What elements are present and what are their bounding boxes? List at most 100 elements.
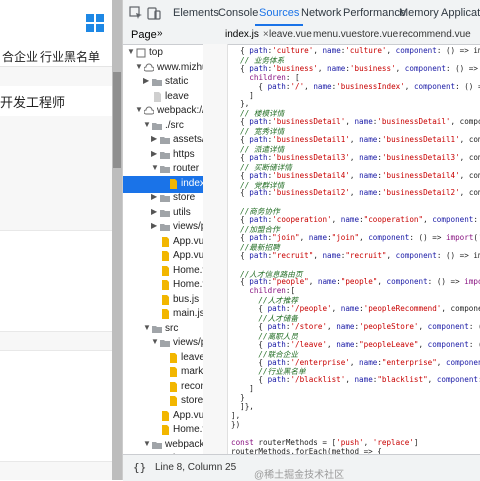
devtools-toolbar: Elements Console Sources Network Performance… bbox=[123, 0, 480, 27]
expand-arrow-icon[interactable]: ▼ bbox=[135, 62, 143, 71]
tree-item-label: leave.vu bbox=[181, 351, 203, 363]
watermark: @稀土掘金技术社区 bbox=[254, 470, 345, 481]
js-file-icon bbox=[160, 294, 170, 305]
editor-tab[interactable]: menu.vue bbox=[313, 29, 357, 40]
code-text: }, bbox=[231, 99, 250, 109]
code-content[interactable]: 58 { path:'culture', name:'culture', com… bbox=[231, 44, 480, 464]
page-scrollbar[interactable] bbox=[112, 0, 122, 480]
close-tab-icon[interactable]: × bbox=[263, 29, 269, 40]
code-text: { path:'/store', name:'peopleStore', com… bbox=[231, 321, 480, 331]
code-editor: index.js × leave.vue menu.vue store.vue recom… bbox=[203, 26, 480, 480]
devtools-panel: Elements Console Sources Network Performance… bbox=[122, 0, 480, 481]
code-text: { path:"recruit", name:"recruit", compon… bbox=[231, 250, 480, 260]
tree-item-label: src bbox=[165, 322, 179, 334]
expand-arrow-icon[interactable]: ▼ bbox=[143, 439, 151, 448]
tab-console[interactable]: Console bbox=[218, 7, 258, 19]
code-text: { path:'/people', name:'peopleRecommend'… bbox=[231, 304, 480, 314]
collapse-arrow-icon[interactable]: ▶ bbox=[151, 221, 159, 230]
tab-performance[interactable]: Performance bbox=[343, 7, 406, 19]
editor-tab[interactable]: index.js × bbox=[225, 29, 269, 40]
tree-item-label: bus.js bbox=[173, 293, 200, 305]
folder-icon bbox=[160, 135, 170, 145]
js-file-icon bbox=[160, 280, 170, 290]
folder-icon bbox=[152, 324, 162, 334]
tree-item-label: webpack bbox=[165, 438, 204, 450]
tree-item-label: market. bbox=[181, 366, 204, 377]
nav-link-blacklist[interactable]: 行业黑名单 bbox=[40, 48, 100, 65]
expand-arrow-icon[interactable]: ▼ bbox=[127, 47, 135, 56]
cloud-icon bbox=[143, 106, 155, 116]
tree-item-label: top bbox=[149, 47, 163, 58]
js-file-icon bbox=[168, 381, 178, 392]
tree-item-label: www.mizhuok bbox=[157, 61, 203, 73]
line-number-gutter bbox=[203, 44, 228, 454]
code-text: }) bbox=[231, 419, 241, 429]
collapse-arrow-icon[interactable]: ▶ bbox=[151, 149, 159, 158]
tree-item-label: leave bbox=[165, 90, 189, 102]
tab-page[interactable]: Page bbox=[131, 29, 157, 41]
code-text: { path:'cooperation', name:"cooperation"… bbox=[231, 215, 478, 225]
tab-sources[interactable]: Sources bbox=[254, 7, 304, 26]
code-text: { path:'culture', name:'culture', compon… bbox=[231, 46, 480, 55]
inspect-element-icon[interactable] bbox=[129, 6, 143, 20]
tree-item-label: webpack:// bbox=[157, 105, 204, 116]
frame-icon bbox=[136, 48, 146, 58]
code-text: { path:'businessDetail1', name:'business… bbox=[231, 135, 480, 144]
pretty-print-button[interactable]: {} bbox=[133, 461, 146, 474]
tab-memory[interactable]: Memory bbox=[399, 7, 439, 19]
js-file-icon bbox=[160, 251, 170, 261]
code-text: const routerMethods = ['push', 'replace'… bbox=[231, 437, 419, 447]
tree-item-label: https bbox=[173, 148, 195, 160]
folder-icon bbox=[160, 222, 170, 232]
scrollbar-thumb[interactable] bbox=[113, 72, 121, 168]
code-text: { path:'businessDetail2', name:'business… bbox=[231, 188, 480, 198]
collapse-arrow-icon[interactable]: ▶ bbox=[151, 134, 159, 143]
expand-arrow-icon[interactable]: ▼ bbox=[143, 323, 151, 332]
tree-item-label: Home.vue bbox=[173, 424, 203, 435]
code-text: { path:'businessDetail4', name:'business… bbox=[231, 170, 480, 180]
nav-link-enterprise[interactable]: 合企业 bbox=[2, 48, 38, 65]
collapse-arrow-icon[interactable]: ▶ bbox=[151, 207, 159, 216]
collapse-arrow-icon[interactable]: ▶ bbox=[151, 192, 159, 201]
folder-icon bbox=[160, 150, 170, 160]
tree-item-label: recomm bbox=[181, 380, 203, 392]
content-card bbox=[0, 230, 112, 332]
js-file-icon bbox=[160, 265, 170, 276]
tree-item-label: views/peo bbox=[173, 337, 203, 348]
tree-item-label: views/peo bbox=[173, 221, 203, 232]
tree-item-label: main.js bbox=[173, 308, 204, 319]
folder-icon bbox=[152, 440, 162, 450]
code-text: { path:'businessDetail', name:'businessD… bbox=[231, 117, 480, 127]
tree-item-label: index.js bbox=[181, 177, 203, 189]
tree-item-label: utils bbox=[173, 206, 191, 218]
expand-arrow-icon[interactable]: ▼ bbox=[151, 337, 159, 346]
content-card bbox=[0, 350, 112, 462]
tab-network[interactable]: Network bbox=[301, 7, 341, 19]
cloud-icon bbox=[143, 63, 155, 73]
tree-item-label: App.vue? bbox=[173, 250, 204, 261]
expand-arrow-icon[interactable]: ▼ bbox=[143, 120, 151, 129]
tree-item-label: ./src bbox=[165, 119, 184, 131]
code-text: ] bbox=[231, 90, 254, 100]
code-text: { path:'/', name:'businessIndex', compon… bbox=[231, 81, 480, 91]
folder-icon bbox=[160, 164, 170, 174]
expand-arrow-icon[interactable]: ▼ bbox=[151, 163, 159, 172]
expand-arrow-icon[interactable]: ▼ bbox=[135, 105, 143, 114]
editor-tab[interactable]: store.vue bbox=[357, 29, 398, 40]
cursor-position: Line 8, Column 25 bbox=[155, 462, 237, 473]
device-toolbar-icon[interactable] bbox=[147, 6, 161, 20]
code-text: { path:"join", name:"join", component: (… bbox=[231, 232, 480, 242]
tree-item-label: Home.vue bbox=[173, 279, 203, 290]
tab-application[interactable]: Application bbox=[441, 7, 480, 19]
collapse-arrow-icon[interactable]: ▶ bbox=[143, 76, 151, 85]
chevron-right-icon[interactable]: » bbox=[157, 28, 163, 39]
job-title-text: 开发工程师 bbox=[0, 86, 112, 116]
editor-tab[interactable]: leave.vue bbox=[269, 29, 312, 40]
code-text: ] bbox=[231, 384, 254, 394]
grid-menu-icon[interactable] bbox=[86, 14, 104, 32]
editor-tab[interactable]: recommend.vue bbox=[399, 29, 471, 40]
sources-navigator: Page » ▼ top ▼ www.mizhuok ▶ static leave ▼ webp… bbox=[123, 26, 204, 480]
folder-icon bbox=[152, 121, 162, 131]
tab-elements[interactable]: Elements bbox=[173, 7, 219, 19]
folder-icon bbox=[160, 338, 170, 348]
